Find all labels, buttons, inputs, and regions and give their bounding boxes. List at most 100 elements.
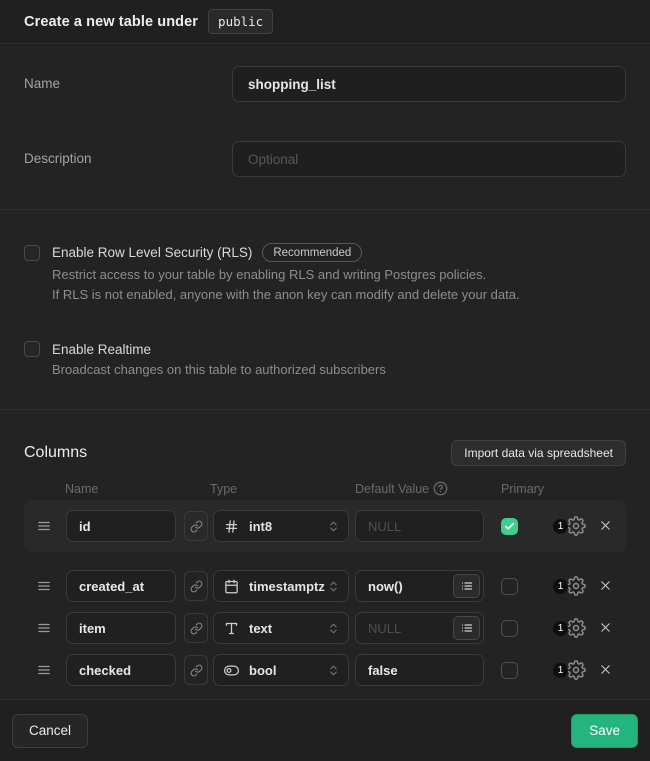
rls-block: Enable Row Level Security (RLS) Recommen… <box>24 243 626 305</box>
remove-column-button[interactable] <box>598 620 614 636</box>
column-row-id: int8 1 <box>24 500 626 552</box>
column-type-select[interactable]: bool <box>213 654 349 686</box>
link-icon <box>190 580 203 593</box>
settings-count-badge: 1 <box>553 663 568 678</box>
header-type: Type <box>210 482 237 496</box>
dialog-header: Create a new table under public <box>0 0 650 44</box>
column-name-input[interactable] <box>66 654 176 686</box>
gear-icon <box>566 618 586 638</box>
column-settings-button[interactable]: 1 <box>553 516 586 536</box>
column-settings-button[interactable]: 1 <box>553 618 586 638</box>
recommended-badge: Recommended <box>262 243 362 262</box>
column-type-value: text <box>249 621 327 636</box>
help-circle-icon[interactable] <box>433 481 448 496</box>
rls-label: Enable Row Level Security (RLS) <box>52 245 252 260</box>
rls-description-line2: If RLS is not enabled, anyone with the a… <box>52 285 626 305</box>
column-row-checked: bool 1 <box>24 654 626 686</box>
table-description-input[interactable] <box>232 141 626 177</box>
rls-description-line1: Restrict access to your table by enablin… <box>52 265 626 285</box>
create-table-dialog: Create a new table under public Name Des… <box>0 0 650 761</box>
default-value-input[interactable] <box>355 510 484 542</box>
primary-checkbox[interactable] <box>501 662 518 679</box>
dialog-title: Create a new table under <box>24 14 198 30</box>
column-name-input[interactable] <box>66 510 176 542</box>
table-options-section: Enable Row Level Security (RLS) Recommen… <box>0 210 650 410</box>
column-row-created-at: timestamptz 1 <box>24 570 626 602</box>
list-icon <box>461 580 473 592</box>
foreign-key-link-button[interactable] <box>184 613 208 643</box>
remove-column-button[interactable] <box>598 662 614 678</box>
column-settings-button[interactable]: 1 <box>553 576 586 596</box>
gear-icon <box>566 660 586 680</box>
text-icon <box>224 621 239 636</box>
settings-count-badge: 1 <box>553 579 568 594</box>
primary-checkbox[interactable] <box>501 620 518 637</box>
column-name-input[interactable] <box>66 570 176 602</box>
default-value-input[interactable] <box>355 654 484 686</box>
primary-checkbox[interactable] <box>501 518 518 535</box>
default-value-wrap <box>355 612 484 644</box>
columns-table-headers: Name Type Default Value Primary <box>24 482 626 495</box>
gear-icon <box>566 516 586 536</box>
remove-column-button[interactable] <box>598 578 614 594</box>
check-icon <box>504 521 515 532</box>
name-label: Name <box>24 66 232 102</box>
column-row-item: text 1 <box>24 612 626 644</box>
drag-handle-icon[interactable] <box>36 663 52 677</box>
settings-count-badge: 1 <box>553 519 568 534</box>
chevrons-up-down-icon <box>327 621 340 636</box>
realtime-block: Enable Realtime Broadcast changes on thi… <box>24 341 626 380</box>
chevrons-up-down-icon <box>327 663 340 678</box>
foreign-key-link-button[interactable] <box>184 655 208 685</box>
column-type-value: timestamptz <box>249 579 327 594</box>
list-icon <box>461 622 473 634</box>
column-type-value: int8 <box>249 519 327 534</box>
primary-checkbox[interactable] <box>501 578 518 595</box>
import-spreadsheet-button[interactable]: Import data via spreadsheet <box>451 440 626 466</box>
close-icon <box>598 620 613 635</box>
description-label: Description <box>24 141 232 177</box>
settings-count-badge: 1 <box>553 621 568 636</box>
default-value-wrap <box>355 510 484 542</box>
realtime-checkbox[interactable] <box>24 341 40 357</box>
name-row: Name <box>24 66 626 102</box>
close-icon <box>598 662 613 677</box>
drag-handle-icon[interactable] <box>36 519 52 533</box>
link-icon <box>190 664 203 677</box>
default-value-suggestions-button[interactable] <box>453 616 480 640</box>
link-icon <box>190 520 203 533</box>
rls-checkbox[interactable] <box>24 245 40 261</box>
realtime-description: Broadcast changes on this table to autho… <box>52 360 626 380</box>
chevrons-up-down-icon <box>327 579 340 594</box>
calendar-icon <box>224 579 239 594</box>
chevrons-up-down-icon <box>327 519 340 534</box>
realtime-label: Enable Realtime <box>52 342 151 357</box>
column-settings-button[interactable]: 1 <box>553 660 586 680</box>
column-name-input[interactable] <box>66 612 176 644</box>
default-value-suggestions-button[interactable] <box>453 574 480 598</box>
toggle-icon <box>224 663 239 678</box>
default-value-wrap <box>355 570 484 602</box>
column-type-value: bool <box>249 663 327 678</box>
foreign-key-link-button[interactable] <box>184 571 208 601</box>
close-icon <box>598 518 613 533</box>
foreign-key-link-button[interactable] <box>184 511 208 541</box>
save-button[interactable]: Save <box>571 714 638 748</box>
drag-handle-icon[interactable] <box>36 579 52 593</box>
gear-icon <box>566 576 586 596</box>
header-name: Name <box>65 482 98 496</box>
schema-badge: public <box>208 9 273 34</box>
drag-handle-icon[interactable] <box>36 621 52 635</box>
remove-column-button[interactable] <box>598 518 614 534</box>
column-type-select[interactable]: timestamptz <box>213 570 349 602</box>
description-row: Description <box>24 141 626 177</box>
column-type-select[interactable]: int8 <box>213 510 349 542</box>
hash-icon <box>224 519 239 534</box>
cancel-button[interactable]: Cancel <box>12 714 88 748</box>
columns-title: Columns <box>24 444 87 462</box>
column-type-select[interactable]: text <box>213 612 349 644</box>
table-name-input[interactable] <box>232 66 626 102</box>
default-value-wrap <box>355 654 484 686</box>
dialog-footer: Cancel Save <box>0 700 650 761</box>
table-details-section: Name Description <box>0 44 650 210</box>
